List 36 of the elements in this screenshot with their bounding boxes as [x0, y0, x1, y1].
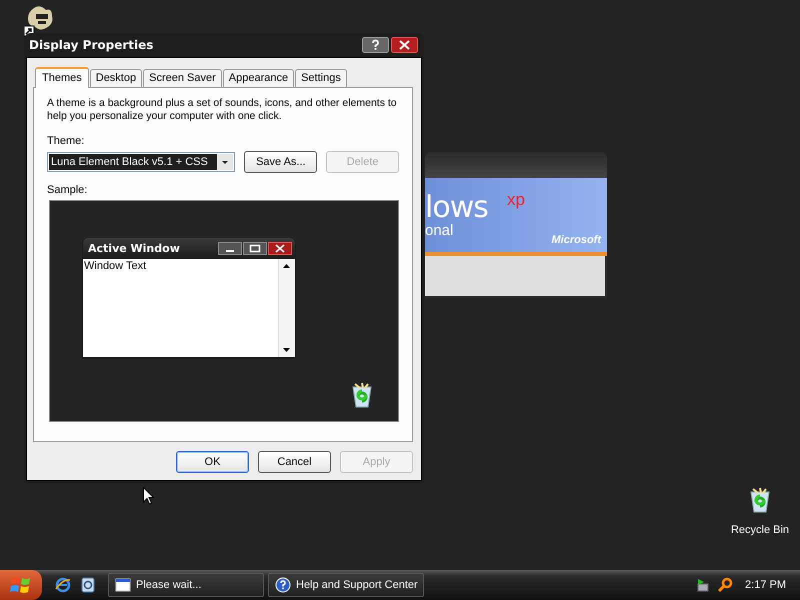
preview-window-text: Window Text	[83, 259, 148, 274]
tab[interactable]: Desktop	[90, 69, 142, 87]
brand-text: Microsoft	[552, 234, 601, 246]
preview-window-title: Active Window	[88, 242, 180, 255]
mouse-pointer-icon	[143, 487, 154, 505]
internet-explorer-icon[interactable]	[55, 577, 71, 593]
theme-label: Theme:	[47, 135, 86, 147]
tab[interactable]: Appearance	[222, 69, 294, 87]
tab[interactable]: Screen Saver	[143, 69, 222, 87]
theme-dropdown[interactable]: Luna Element Black v5.1 + CSS	[47, 152, 236, 172]
help-button[interactable]	[362, 37, 389, 53]
clock: 2:17 PM	[745, 579, 786, 591]
dialog-button[interactable]: OK	[176, 451, 249, 473]
maximize-icon	[243, 242, 267, 255]
close-icon	[268, 242, 292, 255]
minimize-icon	[218, 242, 242, 255]
taskbar-button[interactable]: Help and Support Center	[268, 573, 424, 597]
window-icon	[115, 577, 131, 593]
banner-superscript: xp	[507, 190, 525, 210]
theme-button[interactable]: Save As...	[244, 151, 318, 173]
network-icon[interactable]	[695, 577, 712, 593]
tab[interactable]: Settings	[295, 69, 347, 87]
magnifier-icon[interactable]	[717, 577, 734, 593]
banner-subtitle: onal	[425, 222, 454, 239]
description-text: A theme is a background plus a set of sounds, icons, and other elements to help you personalize your computer with one click.	[47, 97, 398, 123]
desktop-icon-label[interactable]: Recycle Bin	[730, 524, 790, 536]
banner-text: lows	[425, 190, 488, 225]
windows-logo-icon	[10, 576, 32, 594]
sample-label: Sample:	[47, 184, 88, 196]
dialog-button[interactable]: Cancel	[258, 451, 331, 473]
taskbar-button[interactable]: Please wait...	[108, 573, 264, 597]
tab[interactable]: Themes	[35, 67, 89, 88]
window-title: Display Properties	[29, 38, 154, 52]
help-icon	[275, 577, 291, 593]
start-button[interactable]	[0, 570, 42, 600]
close-button[interactable]	[391, 37, 418, 53]
